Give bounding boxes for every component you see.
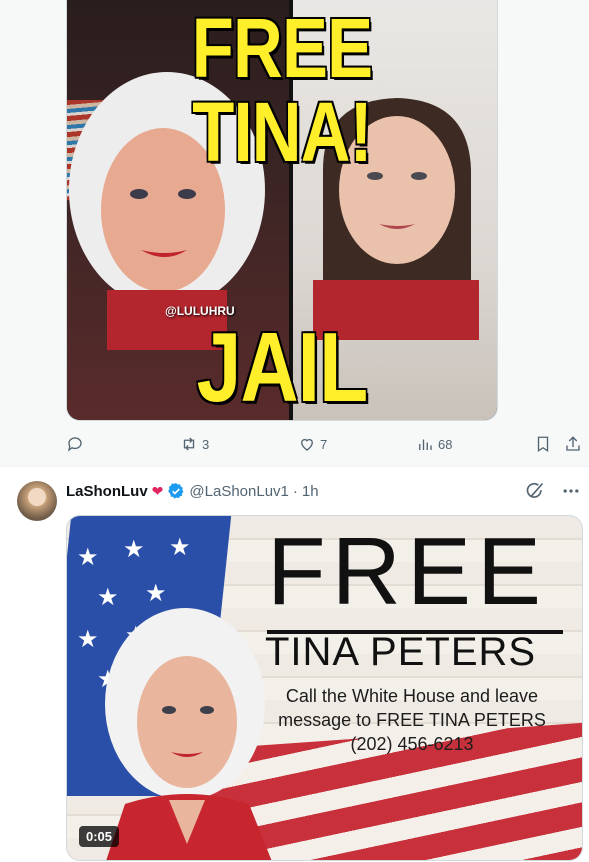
star-icon: ★ xyxy=(77,544,99,571)
tweet-2-top-actions xyxy=(525,481,581,501)
like-button[interactable]: 7 xyxy=(298,432,327,456)
grok-icon[interactable] xyxy=(525,481,545,501)
tweet-1: @LULUHRU FREE TINA! JAIL JENA! 3 xyxy=(0,0,589,466)
star-icon: ★ xyxy=(169,534,191,561)
video-title-big: FREE xyxy=(267,518,548,625)
like-count: 7 xyxy=(320,436,328,452)
author-handle[interactable]: @LaShonLuv1 xyxy=(189,483,288,500)
post-time[interactable]: 1h xyxy=(302,483,319,500)
heart-emoji-icon: ❤ xyxy=(151,482,164,499)
star-icon: ★ xyxy=(123,536,145,563)
repost-count: 3 xyxy=(202,436,210,452)
tweet-1-image[interactable]: @LULUHRU FREE TINA! JAIL JENA! xyxy=(66,0,498,421)
reply-button[interactable] xyxy=(66,432,88,456)
star-icon: ★ xyxy=(145,580,167,607)
share-button[interactable] xyxy=(564,432,582,456)
repost-icon xyxy=(183,437,195,451)
share-icon xyxy=(566,436,580,451)
tweet-2-header: LaShonLuv ❤ @LaShonLuv1 · 1h xyxy=(66,482,319,500)
video-phone: (202) 456-6213 xyxy=(350,734,474,754)
headline-bottom: JAIL JENA! xyxy=(163,312,401,421)
tweet-2-video[interactable]: ★ ★ ★ ★ ★ ★ ★ ★ ★ ★ FREE TINA PETERS Cal… xyxy=(66,515,583,861)
avatar[interactable] xyxy=(17,481,57,521)
views-button[interactable]: 68 xyxy=(416,432,452,456)
tweet-2: LaShonLuv ❤ @LaShonLuv1 · 1h ★ ★ ★ ★ ★ ★… xyxy=(0,466,589,862)
bookmark-button[interactable] xyxy=(534,432,552,456)
like-icon xyxy=(301,438,313,451)
portrait-tina-peters xyxy=(105,608,272,860)
video-message: Call the White House and leave message t… xyxy=(257,684,567,756)
views-count: 68 xyxy=(438,436,453,452)
author-display-name[interactable]: LaShonLuv xyxy=(66,483,148,500)
video-duration: 0:05 xyxy=(79,826,120,847)
repost-button[interactable]: 3 xyxy=(180,432,209,456)
reply-icon xyxy=(67,437,82,452)
headline-top: FREE TINA! xyxy=(191,1,373,179)
views-icon xyxy=(419,439,432,450)
tweet-1-action-bar: 3 7 68 xyxy=(0,432,589,456)
verified-badge-icon[interactable] xyxy=(167,482,185,500)
more-icon[interactable] xyxy=(561,481,581,501)
bookmark-icon xyxy=(537,436,549,453)
video-message-text: Call the White House and leave message t… xyxy=(278,686,546,730)
video-title-name: TINA PETERS xyxy=(265,630,537,674)
meta-separator: · xyxy=(292,482,298,500)
